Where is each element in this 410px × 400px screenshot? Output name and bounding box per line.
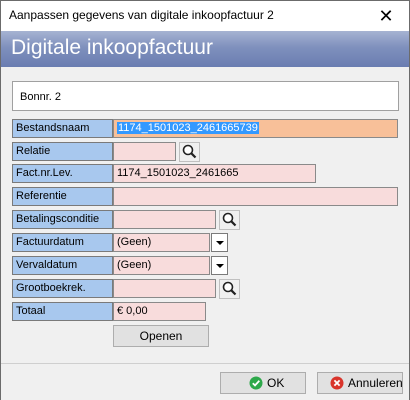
factnr-label: Fact.nr.Lev. — [12, 164, 113, 183]
betalingsconditie-field[interactable] — [113, 210, 216, 229]
window-title: Aanpassen gegevens van digitale inkoopfa… — [9, 8, 274, 22]
bestandsnaam-label: Bestandsnaam — [12, 119, 113, 138]
bonnr-box: Bonnr. 2 — [12, 81, 399, 111]
form-panel: Bonnr. 2 Bestandsnaam 1174_1501023_24616… — [1, 67, 409, 363]
title-bar: Aanpassen gegevens van digitale inkoopfa… — [1, 1, 409, 31]
dialog-window: Aanpassen gegevens van digitale inkoopfa… — [0, 0, 410, 400]
betalingsconditie-lookup-button[interactable] — [219, 210, 240, 230]
factuurdatum-field[interactable]: (Geen) — [113, 233, 210, 252]
bestandsnaam-value: 1174_1501023_2461665739 — [117, 122, 259, 134]
referentie-field[interactable] — [113, 187, 398, 206]
annuleren-button[interactable]: Annuleren — [317, 372, 403, 394]
check-circle-icon — [249, 376, 263, 390]
grootboekrek-label: Grootboekrek. — [12, 279, 113, 298]
vervaldatum-dropdown-button[interactable] — [211, 256, 228, 275]
form-header: Digitale inkoopfactuur — [1, 31, 409, 67]
close-icon[interactable]: ✕ — [363, 1, 409, 31]
annuleren-label: Annuleren — [348, 376, 403, 390]
factnr-field[interactable]: 1174_1501023_2461665 — [113, 164, 316, 183]
relatie-lookup-button[interactable] — [179, 142, 200, 162]
bestandsnaam-field[interactable]: 1174_1501023_2461665739 — [113, 119, 398, 138]
cancel-circle-icon — [330, 376, 344, 390]
vervaldatum-field[interactable]: (Geen) — [113, 256, 210, 275]
vervaldatum-label: Vervaldatum — [12, 256, 113, 275]
referentie-label: Referentie — [12, 187, 113, 206]
dialog-footer: OK Annuleren — [1, 363, 409, 400]
totaal-field[interactable]: € 0,00 — [113, 302, 206, 321]
magnifier-icon — [222, 212, 237, 227]
ok-button[interactable]: OK — [220, 372, 306, 394]
relatie-label: Relatie — [12, 142, 113, 161]
factuurdatum-label: Factuurdatum — [12, 233, 113, 252]
bonnr-label: Bonnr. 2 — [20, 91, 61, 103]
factuurdatum-dropdown-button[interactable] — [211, 233, 228, 252]
magnifier-icon — [182, 144, 197, 159]
ok-label: OK — [267, 376, 285, 390]
betalingsconditie-label: Betalingsconditie — [12, 210, 113, 229]
relatie-field[interactable] — [113, 142, 176, 161]
openen-button[interactable]: Openen — [113, 325, 209, 347]
grootboekrek-lookup-button[interactable] — [219, 279, 240, 299]
totaal-label: Totaal — [12, 302, 113, 321]
page-title: Digitale inkoopfactuur — [11, 36, 213, 59]
magnifier-icon — [222, 281, 237, 296]
grootboekrek-field[interactable] — [113, 279, 216, 298]
